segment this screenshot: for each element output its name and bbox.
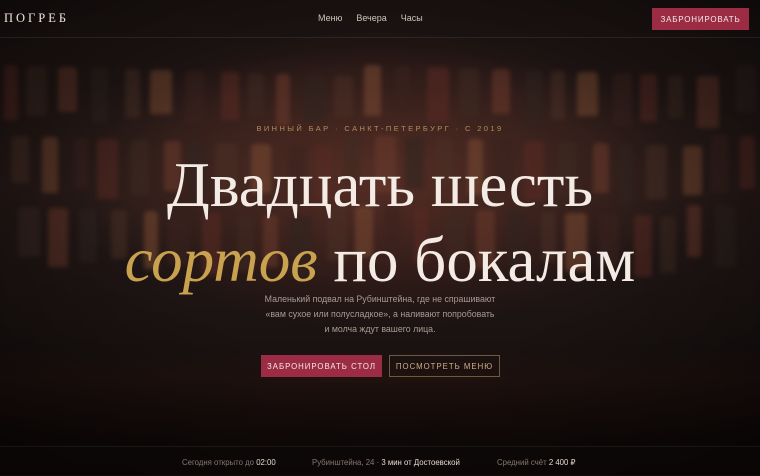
hero-headline: Двадцать шесть сортов по бокалам — [0, 148, 760, 298]
view-menu-button[interactable]: ПОСМОТРЕТЬ МЕНЮ — [389, 355, 500, 377]
nav-link-hours[interactable]: Часы — [401, 13, 423, 23]
info-bar: Сегодня открыто до 02:00 Рубинштейна, 24… — [0, 446, 760, 476]
info-bill: Средний счёт 2 400 ₽ — [497, 458, 575, 467]
hours-label: Сегодня открыто до — [182, 458, 255, 467]
bill-value: 2 400 ₽ — [548, 458, 576, 467]
logo[interactable]: ПОГРЕБ — [4, 11, 69, 26]
headline-accent: сортов — [124, 225, 318, 295]
hours-value: 02:00 — [256, 458, 276, 467]
top-navbar: ПОГРЕБ Меню Вечера Часы ЗАБРОНИРОВАТЬ — [0, 0, 760, 38]
headline-line-1: Двадцать шесть — [166, 150, 594, 220]
nav-link-menu[interactable]: Меню — [318, 13, 342, 23]
address-value: 3 мин от Достоевской — [381, 458, 460, 467]
hero-eyebrow: ВИННЫЙ БАР · САНКТ-ПЕТЕРБУРГ · С 2019 — [256, 124, 504, 133]
info-address: Рубинштейна, 24 · 3 мин от Достоевской — [312, 458, 460, 467]
book-button-header[interactable]: ЗАБРОНИРОВАТЬ — [652, 8, 749, 30]
info-hours: Сегодня открыто до 02:00 — [182, 458, 276, 467]
bill-label: Средний счёт — [497, 458, 547, 467]
address-label: Рубинштейна, 24 · — [312, 458, 380, 467]
nav-links: Меню Вечера Часы — [318, 13, 423, 23]
book-table-button[interactable]: ЗАБРОНИРОВАТЬ СТОЛ — [261, 355, 382, 377]
nav-link-evenings[interactable]: Вечера — [356, 13, 386, 23]
hero-subtitle: Маленький подвал на Рубинштейна, где не … — [264, 294, 496, 334]
headline-line-2: по бокалам — [317, 225, 636, 295]
